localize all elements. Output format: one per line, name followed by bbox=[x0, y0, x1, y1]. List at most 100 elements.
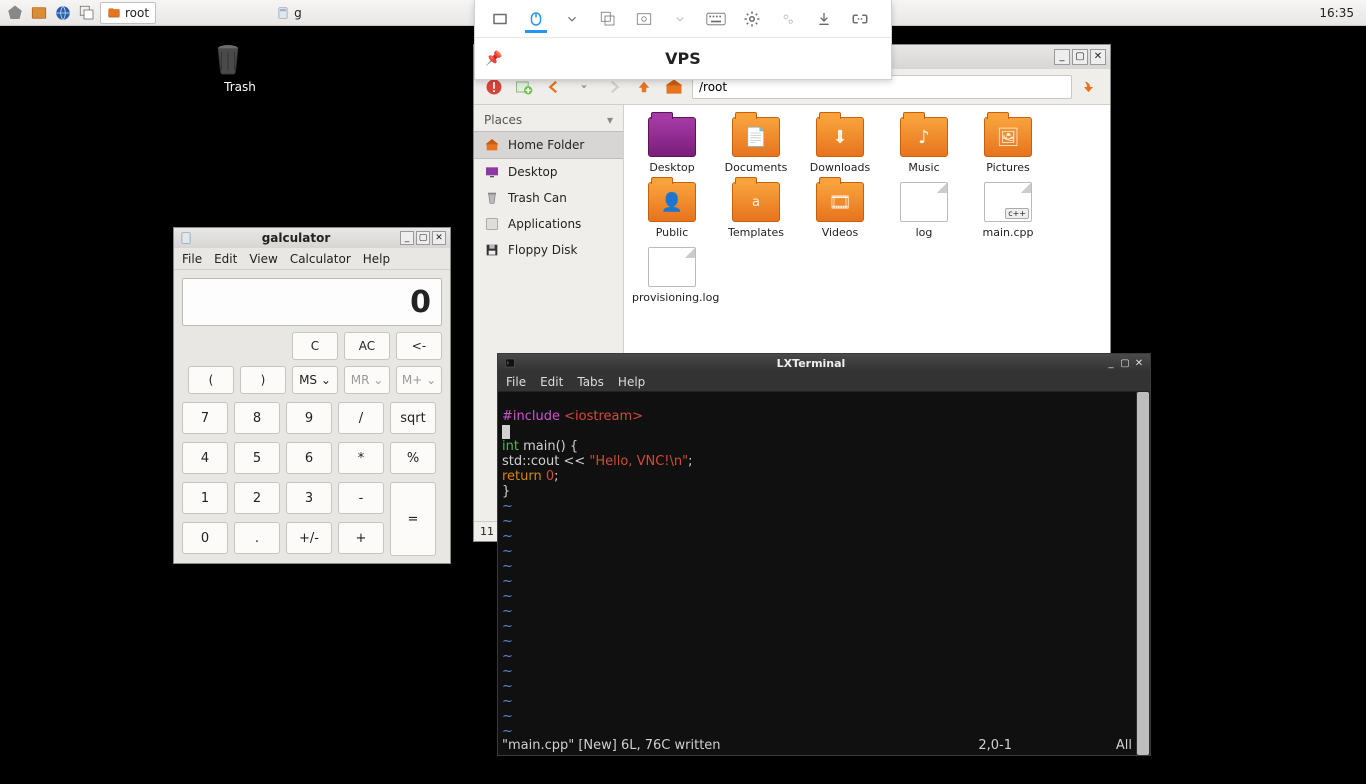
btn-paren-open[interactable]: ( bbox=[188, 366, 234, 394]
maximize-button[interactable]: ▢ bbox=[416, 231, 430, 245]
btn-5[interactable]: 5 bbox=[234, 442, 280, 474]
folder-pictures[interactable]: 🖼Pictures bbox=[966, 115, 1050, 176]
minimize-all-icon[interactable] bbox=[76, 2, 98, 24]
btn-1[interactable]: 1 bbox=[182, 482, 228, 514]
pin-icon[interactable]: 📌 bbox=[485, 51, 502, 67]
web-browser-launcher-icon[interactable] bbox=[52, 2, 74, 24]
btn-equals[interactable]: = bbox=[390, 482, 436, 556]
terminal-menubar: File Edit Tabs Help bbox=[498, 372, 1150, 392]
folder-public[interactable]: 👤Public bbox=[630, 180, 714, 241]
btn-mem-plus[interactable]: M+ ⌄ bbox=[396, 366, 442, 394]
folder-templates[interactable]: aTemplates bbox=[714, 180, 798, 241]
chevron-down-icon[interactable] bbox=[669, 8, 691, 30]
download-icon[interactable] bbox=[813, 8, 835, 30]
folder-desktop[interactable]: Desktop bbox=[630, 115, 714, 176]
terminal-titlebar[interactable]: LXTerminal _ ▢ ✕ bbox=[498, 354, 1150, 372]
btn-subtract[interactable]: - bbox=[338, 482, 384, 514]
close-button[interactable]: ✕ bbox=[1090, 49, 1106, 65]
novnc-pointer-icon[interactable] bbox=[525, 11, 547, 33]
folder-videos[interactable]: 🎞Videos bbox=[798, 180, 882, 241]
code-token: ; bbox=[688, 454, 692, 469]
terminal-screen[interactable]: #include <iostream> int main() { std::co… bbox=[498, 392, 1150, 755]
path-input[interactable] bbox=[699, 80, 1065, 94]
folder-documents[interactable]: 📄Documents bbox=[714, 115, 798, 176]
menu-help[interactable]: Help bbox=[363, 252, 390, 266]
btn-paren-close[interactable]: ) bbox=[240, 366, 286, 394]
keyboard-icon[interactable] bbox=[705, 8, 727, 30]
btn-7[interactable]: 7 bbox=[182, 402, 228, 434]
btn-all-clear[interactable]: AC bbox=[344, 332, 390, 360]
sidebar-item-applications[interactable]: Applications bbox=[474, 211, 623, 237]
window-title: LXTerminal bbox=[518, 357, 1104, 370]
folder-music[interactable]: ♪Music bbox=[882, 115, 966, 176]
maximize-button[interactable]: ▢ bbox=[1072, 49, 1088, 65]
maximize-button[interactable]: ▢ bbox=[1118, 356, 1132, 370]
taskbar-clock[interactable]: 16:35 bbox=[1311, 6, 1362, 20]
btn-9[interactable]: 9 bbox=[286, 402, 332, 434]
menu-edit[interactable]: Edit bbox=[540, 375, 563, 389]
novnc-zoom-icon[interactable] bbox=[633, 8, 655, 30]
btn-percent[interactable]: % bbox=[390, 442, 436, 474]
taskbar-entry-root[interactable]: root bbox=[100, 2, 156, 24]
novnc-viewport-drag-icon[interactable] bbox=[489, 8, 511, 30]
sidebar-item-trash[interactable]: Trash Can bbox=[474, 185, 623, 211]
gears-small-icon[interactable] bbox=[777, 8, 799, 30]
menu-file[interactable]: File bbox=[506, 375, 526, 389]
minimize-button[interactable]: _ bbox=[1104, 356, 1118, 370]
file-log[interactable]: log bbox=[882, 180, 966, 241]
btn-mem-recall[interactable]: MR ⌄ bbox=[344, 366, 390, 394]
menu-view[interactable]: View bbox=[249, 252, 277, 266]
chevron-down-icon[interactable]: ▾ bbox=[607, 113, 613, 127]
btn-add[interactable]: + bbox=[338, 522, 384, 554]
desktop-trash-label: Trash bbox=[208, 80, 272, 94]
item-label: Videos bbox=[800, 226, 880, 239]
file-main-cpp[interactable]: c++main.cpp bbox=[966, 180, 1050, 241]
terminal-cursor bbox=[502, 425, 510, 439]
file-manager-launcher-icon[interactable] bbox=[28, 2, 50, 24]
sidebar-item-home[interactable]: Home Folder bbox=[474, 131, 623, 159]
btn-mem-store[interactable]: MS ⌄ bbox=[292, 366, 338, 394]
folder-downloads[interactable]: ⬇Downloads bbox=[798, 115, 882, 176]
taskbar-entry-galculator-label: g bbox=[294, 6, 302, 20]
menu-file[interactable]: File bbox=[182, 252, 202, 266]
file-provisioning-log[interactable]: provisioning.log bbox=[630, 245, 714, 306]
terminal-window: LXTerminal _ ▢ ✕ File Edit Tabs Help #in… bbox=[497, 353, 1151, 756]
btn-sqrt[interactable]: sqrt bbox=[390, 402, 436, 434]
btn-clear[interactable]: C bbox=[292, 332, 338, 360]
btn-8[interactable]: 8 bbox=[234, 402, 280, 434]
btn-0[interactable]: 0 bbox=[182, 522, 228, 554]
item-label: log bbox=[884, 226, 964, 239]
scrollbar-thumb[interactable] bbox=[1137, 392, 1149, 755]
sidebar-header-label: Places bbox=[484, 113, 522, 127]
menu-edit[interactable]: Edit bbox=[214, 252, 237, 266]
btn-3[interactable]: 3 bbox=[286, 482, 332, 514]
close-button[interactable]: ✕ bbox=[1132, 356, 1146, 370]
btn-decimal[interactable]: . bbox=[234, 522, 280, 554]
btn-backspace[interactable]: <- bbox=[396, 332, 442, 360]
disconnect-icon[interactable] bbox=[849, 8, 871, 30]
chevron-down-icon[interactable] bbox=[561, 8, 583, 30]
menu-calculator[interactable]: Calculator bbox=[290, 252, 351, 266]
btn-2[interactable]: 2 bbox=[234, 482, 280, 514]
menu-help[interactable]: Help bbox=[618, 375, 645, 389]
app-menu-icon[interactable] bbox=[4, 2, 26, 24]
minimize-button[interactable]: _ bbox=[1054, 49, 1070, 65]
novnc-windows-icon[interactable] bbox=[597, 8, 619, 30]
item-label: Documents bbox=[716, 161, 796, 174]
gear-icon[interactable] bbox=[741, 8, 763, 30]
btn-6[interactable]: 6 bbox=[286, 442, 332, 474]
desktop-trash[interactable]: Trash bbox=[208, 40, 272, 94]
close-button[interactable]: ✕ bbox=[432, 231, 446, 245]
minimize-button[interactable]: _ bbox=[400, 231, 414, 245]
sidebar-item-desktop[interactable]: Desktop bbox=[474, 159, 623, 185]
btn-divide[interactable]: / bbox=[338, 402, 384, 434]
btn-4[interactable]: 4 bbox=[182, 442, 228, 474]
terminal-scrollbar[interactable] bbox=[1136, 392, 1150, 755]
taskbar-entry-galculator[interactable]: g bbox=[270, 2, 308, 24]
btn-plus-minus[interactable]: +/- bbox=[286, 522, 332, 554]
path-go-icon[interactable] bbox=[1078, 75, 1102, 99]
calculator-titlebar[interactable]: galculator _ ▢ ✕ bbox=[174, 228, 450, 248]
menu-tabs[interactable]: Tabs bbox=[577, 375, 604, 389]
sidebar-item-floppy[interactable]: Floppy Disk bbox=[474, 237, 623, 263]
btn-multiply[interactable]: * bbox=[338, 442, 384, 474]
